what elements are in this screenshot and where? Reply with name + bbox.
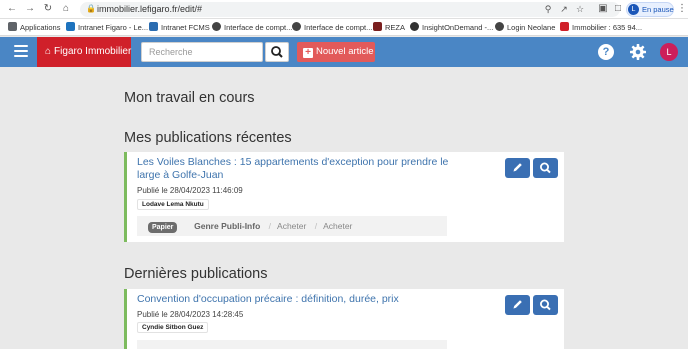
author-badge: Lodave Lema Nkutu (137, 199, 209, 210)
bookmark-item[interactable]: REZA (373, 21, 405, 34)
genre-tag: Genre Publi-Info (194, 221, 261, 231)
profile-button[interactable]: L En pause (626, 2, 674, 17)
article-title-link[interactable]: Les Voiles Blanches : 15 appartements d'… (137, 156, 467, 181)
user-avatar[interactable]: L (660, 43, 678, 61)
medium-badge: Papier (148, 222, 178, 233)
bookmark-item[interactable]: Interface de compt... (212, 21, 292, 34)
extensions-icon[interactable]: ▣ (597, 3, 609, 15)
article-title-link[interactable]: Convention d'occupation précaire : défin… (137, 293, 497, 306)
globe-icon (495, 22, 504, 31)
pencil-icon (513, 163, 522, 172)
tag-bar: Papier Genre Publi-Info / Acheter / Achete… (137, 216, 447, 236)
bookmark-item[interactable]: Intranet Figaro - Le... (66, 21, 148, 34)
reload-icon[interactable]: ↻ (42, 3, 54, 15)
profile-avatar: L (628, 4, 639, 15)
search-input[interactable] (141, 42, 263, 62)
search-article-button[interactable] (533, 158, 558, 178)
app-header: ⌂Figaro Immobilier +Nouvel article ? L (0, 37, 688, 67)
home-icon: ⌂ (45, 46, 52, 57)
search-icon (271, 46, 283, 58)
address-bar[interactable]: 🔒 immobilier.lefigaro.fr/edit/# ⚲ ↗ ☆ (80, 2, 620, 17)
publication-card: Convention d'occupation précaire : défin… (124, 289, 564, 349)
search-article-button[interactable] (533, 295, 558, 315)
back-arrow-icon[interactable]: ← (6, 3, 18, 15)
tag-bar (137, 340, 447, 349)
globe-icon (212, 22, 221, 31)
brand-label: Figaro Immobilier (54, 46, 132, 57)
favicon-icon (560, 22, 569, 31)
author-badge: Cyndie Sitbon Guez (137, 322, 209, 333)
search-icon (540, 299, 551, 311)
plus-icon: + (303, 48, 313, 58)
browser-menu-icon[interactable]: ⋮ (677, 3, 687, 15)
work-in-progress-heading: Mon travail en cours (124, 90, 255, 106)
url-text[interactable]: immobilier.lefigaro.fr/edit/# (97, 3, 202, 16)
bookmark-item[interactable]: Interface de compt... (292, 21, 372, 34)
bookmark-item[interactable]: Login Neolane (495, 21, 555, 34)
category-tag: Acheter (323, 221, 353, 231)
bookmark-item[interactable]: Applications (8, 21, 60, 34)
publish-date: Publié le 28/04/2023 11:46:09 (137, 186, 243, 195)
globe-icon (292, 22, 301, 31)
publication-card: Les Voiles Blanches : 15 appartements d'… (124, 152, 564, 242)
bookmark-item[interactable]: InsightOnDemand -... (410, 21, 493, 34)
gear-icon[interactable] (629, 43, 647, 61)
search-icon (540, 162, 551, 174)
favicon-icon (149, 22, 158, 31)
zoom-icon[interactable]: ⚲ (542, 3, 554, 16)
latest-publications-heading: Dernières publications (124, 266, 268, 282)
publish-date: Publié le 28/04/2023 14:28:45 (137, 310, 244, 319)
edit-button[interactable] (505, 295, 530, 315)
favicon-icon (373, 22, 382, 31)
favicon-icon (66, 22, 75, 31)
profile-status: En pause (642, 5, 674, 14)
bookmark-item[interactable]: Intranet FCMS (149, 21, 210, 34)
hamburger-menu-icon[interactable] (14, 45, 28, 59)
bookmark-star-icon[interactable]: ☆ (574, 3, 586, 16)
side-panel-icon[interactable]: □ (612, 3, 624, 15)
recent-publications-heading: Mes publications récentes (124, 130, 292, 146)
browser-toolbar: ← → ↻ ⌂ 🔒 immobilier.lefigaro.fr/edit/# … (0, 0, 688, 19)
forward-arrow-icon[interactable]: → (24, 3, 36, 15)
new-article-button[interactable]: + Nouvel article (297, 42, 375, 62)
bookmarks-bar: Applications Intranet Figaro - Le... Int… (0, 19, 688, 36)
new-article-label: Nouvel article (316, 46, 374, 57)
help-icon[interactable]: ? (598, 44, 614, 60)
favicon-icon (410, 22, 419, 31)
edit-button[interactable] (505, 158, 530, 178)
search-button[interactable] (265, 42, 289, 62)
bookmark-item[interactable]: Immobilier : 635 94... (560, 21, 642, 34)
share-icon[interactable]: ↗ (558, 3, 570, 16)
lock-icon: 🔒 (86, 4, 96, 13)
brand-button[interactable]: ⌂ Figaro Immobilier (37, 37, 131, 67)
category-tag: Acheter (277, 221, 307, 231)
apps-grid-icon (8, 22, 17, 31)
pencil-icon (513, 300, 522, 309)
home-icon[interactable]: ⌂ (60, 3, 72, 15)
